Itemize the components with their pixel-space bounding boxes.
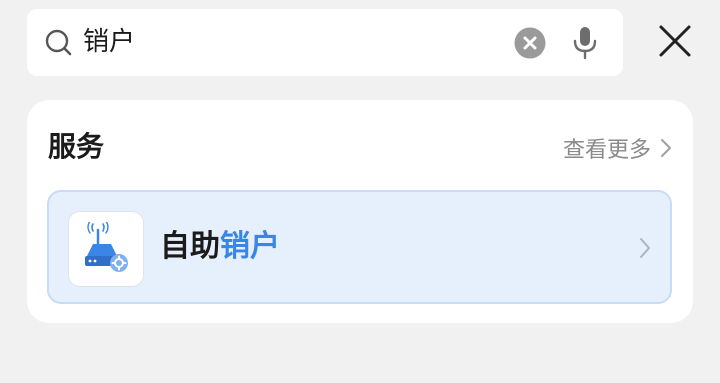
services-card: 服务 查看更多 自助销户	[27, 100, 693, 323]
router-settings-icon	[68, 211, 144, 287]
service-item-self-cancel[interactable]: 自助销户	[47, 190, 672, 304]
clear-icon[interactable]	[514, 27, 546, 59]
close-icon[interactable]	[656, 22, 694, 60]
service-item-label: 自助销户	[160, 192, 280, 302]
service-label-highlight: 销户	[220, 229, 280, 264]
see-more-label: 查看更多	[562, 138, 651, 163]
search-input[interactable]	[83, 9, 523, 76]
section-title: 服务	[48, 130, 105, 163]
search-page: 服务 查看更多	[0, 0, 720, 383]
search-bar	[27, 9, 623, 76]
microphone-icon[interactable]	[571, 25, 599, 61]
chevron-right-icon	[640, 238, 650, 258]
chevron-right-icon	[661, 139, 671, 157]
search-icon	[45, 29, 72, 56]
service-label-prefix: 自助	[160, 229, 220, 264]
see-more-link[interactable]: 查看更多	[563, 128, 673, 168]
